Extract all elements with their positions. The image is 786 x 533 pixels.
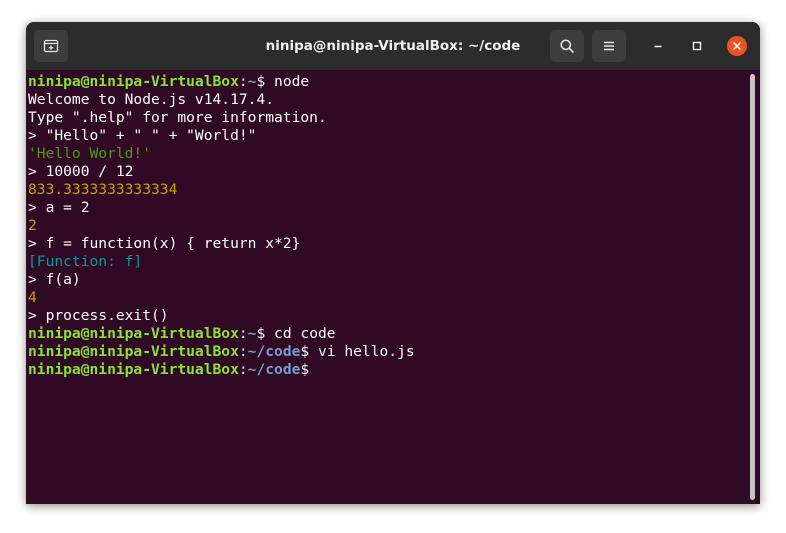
minimize-button[interactable]	[648, 36, 668, 56]
search-icon	[559, 38, 575, 54]
prompt-dollar: $	[256, 73, 266, 90]
prompt-path: ~/code	[247, 343, 301, 360]
close-button[interactable]	[727, 36, 747, 56]
terminal-line: ninipa@ninipa-VirtualBox:~$ node	[28, 73, 760, 91]
terminal-scrollbar[interactable]	[750, 74, 755, 500]
terminal-output[interactable]: ninipa@ninipa-VirtualBox:~$ node Welcome…	[26, 70, 760, 504]
command-text: node	[265, 73, 310, 90]
prompt-user-host: ninipa@ninipa-VirtualBox	[28, 343, 239, 360]
prompt-user-host: ninipa@ninipa-VirtualBox	[28, 361, 239, 378]
terminal-window: ninipa@ninipa-VirtualBox: ~/code ninipa@…	[26, 22, 760, 504]
prompt-dollar: $	[300, 343, 310, 360]
repl-input-line: > process.exit()	[28, 307, 169, 324]
repl-input-line: > "Hello" + " " + "World!"	[28, 127, 257, 144]
prompt-user-host: ninipa@ninipa-VirtualBox	[28, 325, 239, 342]
minimize-icon	[652, 40, 664, 52]
repl-output-line: 'Hello World!'	[28, 145, 152, 162]
terminal-line: ninipa@ninipa-VirtualBox:~/code$	[28, 361, 760, 379]
prompt-colon: :	[238, 325, 248, 342]
maximize-icon	[691, 40, 703, 52]
new-tab-icon	[43, 38, 59, 54]
repl-input-line: > f(a)	[28, 271, 81, 288]
terminal-line: Type ".help" for more information.	[28, 109, 327, 126]
maximize-button[interactable]	[687, 36, 707, 56]
terminal-line: Welcome to Node.js v14.17.4.	[28, 91, 275, 108]
menu-button[interactable]	[592, 30, 626, 62]
hamburger-menu-icon	[601, 38, 617, 54]
prompt-colon: :	[238, 343, 248, 360]
repl-output-line: 833.3333333333334	[28, 181, 178, 198]
prompt-dollar: $	[300, 361, 310, 378]
terminal-line: ninipa@ninipa-VirtualBox:~$ cd code	[28, 325, 760, 343]
repl-output-line: [Function: f]	[28, 253, 143, 270]
command-text: cd code	[265, 325, 336, 342]
repl-input-line: > f = function(x) { return x*2}	[28, 235, 301, 252]
prompt-path: ~/code	[247, 361, 301, 378]
command-text: vi hello.js	[309, 343, 415, 360]
repl-output-line: 2	[28, 217, 37, 234]
new-tab-button[interactable]	[34, 30, 68, 62]
close-icon	[732, 41, 742, 51]
repl-input-line: > 10000 / 12	[28, 163, 134, 180]
title-bar: ninipa@ninipa-VirtualBox: ~/code	[26, 22, 760, 70]
prompt-user-host: ninipa@ninipa-VirtualBox	[28, 73, 239, 90]
repl-output-line: 4	[28, 289, 37, 306]
repl-input-line: > a = 2	[28, 199, 90, 216]
prompt-colon: :	[238, 73, 248, 90]
terminal-line: ninipa@ninipa-VirtualBox:~/code$ vi hell…	[28, 343, 760, 361]
prompt-colon: :	[238, 361, 248, 378]
search-button[interactable]	[550, 30, 584, 62]
prompt-dollar: $	[256, 325, 266, 342]
